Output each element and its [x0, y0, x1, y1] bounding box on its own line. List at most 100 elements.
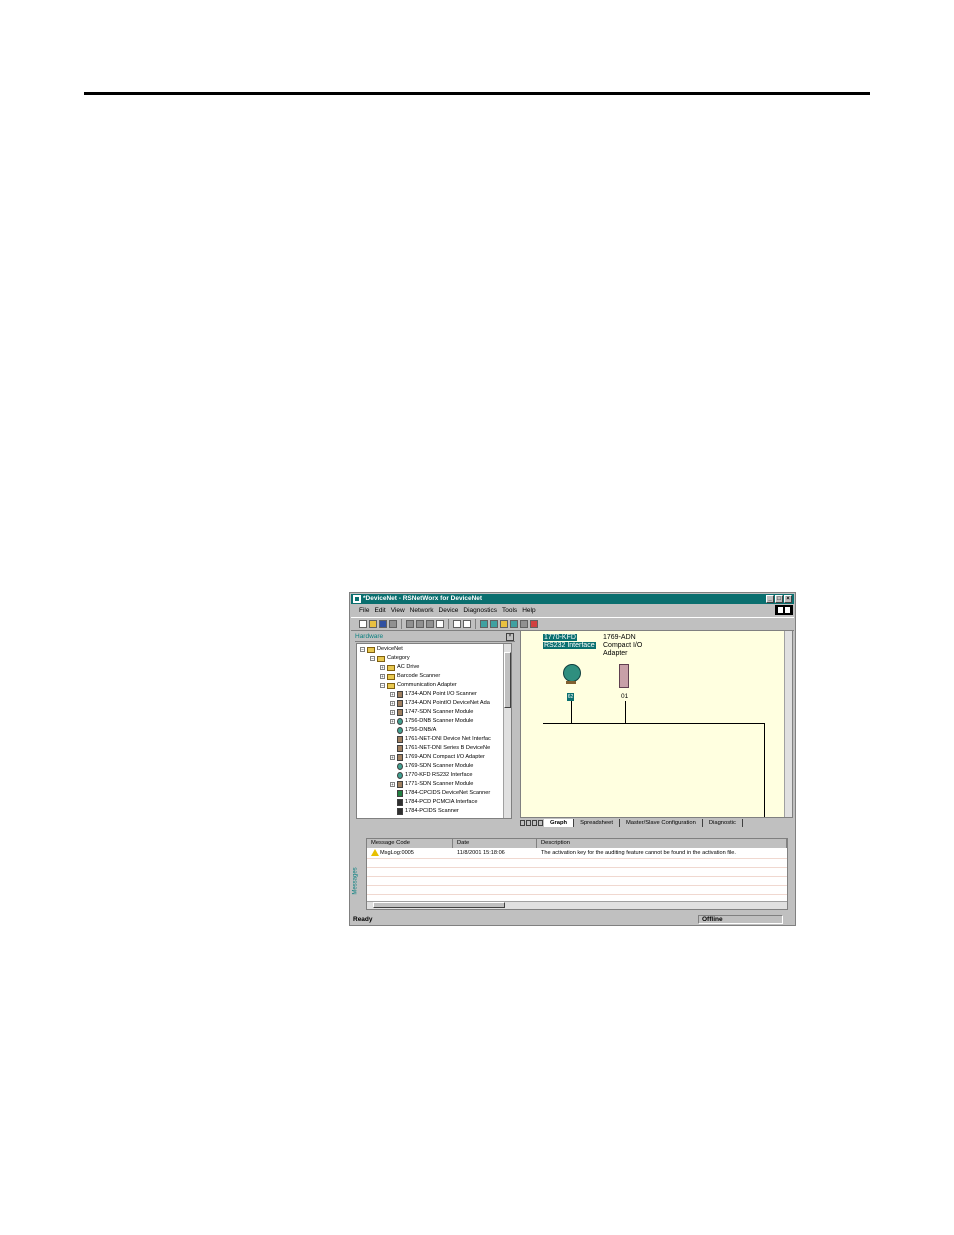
tree-item[interactable]: + 1747-SDN Scanner Module: [390, 708, 473, 717]
tree-item[interactable]: 1784-PCIDS Scanner: [397, 807, 459, 816]
single-pass-browse-icon[interactable]: [480, 620, 488, 628]
save-icon[interactable]: [379, 620, 387, 628]
tree-item-label: 1756-DNB Scanner Module: [405, 718, 474, 724]
tree-item[interactable]: 1756-DNB/A: [397, 726, 436, 735]
tab-master-slave[interactable]: Master/Slave Configuration: [620, 818, 703, 827]
hardware-panel-title: Hardware: [355, 633, 384, 640]
collapse-icon[interactable]: −: [370, 656, 375, 661]
expand-icon[interactable]: +: [390, 701, 395, 706]
row-divider: [367, 858, 787, 859]
col-date[interactable]: Date: [453, 839, 537, 848]
tree-item-label: 1756-DNB/A: [405, 727, 437, 733]
minimize-button[interactable]: _: [766, 595, 774, 603]
collapse-icon[interactable]: −: [360, 647, 365, 652]
menu-network[interactable]: Network: [410, 606, 434, 616]
next-tab-icon[interactable]: [532, 819, 537, 826]
last-tab-icon[interactable]: [538, 819, 543, 826]
online-offline-icon[interactable]: [775, 605, 793, 615]
print-icon[interactable]: [389, 620, 397, 628]
adn-node-address: 01: [621, 693, 629, 700]
expand-icon[interactable]: +: [380, 665, 385, 670]
menu-device[interactable]: Device: [439, 606, 459, 616]
row-divider: [367, 867, 787, 868]
scrollbar-thumb[interactable]: [504, 652, 511, 708]
expand-icon[interactable]: +: [390, 782, 395, 787]
adn-label-line1: 1769-ADN: [603, 634, 636, 641]
tree-item-label: 1771-SDN Scanner Module: [405, 781, 474, 787]
tree-item-label: 1761-NET-DNI Series B DeviceNe: [405, 745, 491, 751]
tab-diagnostic[interactable]: Diagnostic: [703, 818, 743, 827]
new-file-icon[interactable]: [359, 620, 367, 628]
tab-spreadsheet[interactable]: Spreadsheet: [574, 818, 620, 827]
tree-item[interactable]: 1761-NET-DNI Device Net Interfac: [397, 735, 491, 744]
menu-diagnostics[interactable]: Diagnostics: [463, 606, 497, 616]
kfd-device-globe-icon[interactable]: [563, 664, 581, 682]
menu-edit[interactable]: Edit: [374, 606, 385, 616]
tree-category[interactable]: − Category: [370, 654, 410, 663]
graph-vertical-scrollbar[interactable]: [784, 631, 792, 817]
zoom-out-icon[interactable]: [463, 620, 471, 628]
download-icon[interactable]: [510, 620, 518, 628]
tree-item[interactable]: 1784-CPCIDS DeviceNet Scanner: [397, 789, 490, 798]
scanner-icon: [397, 727, 403, 734]
kfd-label-line2: RS232 Interface: [543, 642, 596, 649]
tree-item[interactable]: + Barcode Scanner: [380, 672, 440, 681]
menu-view[interactable]: View: [391, 606, 405, 616]
tree-item[interactable]: + AC Drive: [380, 663, 419, 672]
prev-tab-icon[interactable]: [526, 819, 531, 826]
expand-icon[interactable]: +: [390, 710, 395, 715]
tree-item[interactable]: 1769-SDN Scanner Module: [397, 762, 473, 771]
col-message-code[interactable]: Message Code: [367, 839, 453, 848]
tree-item-label: 1769-SDN Scanner Module: [405, 763, 474, 769]
open-folder-icon[interactable]: [369, 620, 377, 628]
tree-root-label: DeviceNet: [377, 646, 403, 652]
tree-item[interactable]: + 1769-ADN Compact I/O Adapter: [390, 753, 485, 762]
tree-item[interactable]: + 1756-DNB Scanner Module: [390, 717, 473, 726]
menu-help[interactable]: Help: [522, 606, 535, 616]
zoom-in-icon[interactable]: [453, 620, 461, 628]
expand-icon[interactable]: +: [390, 719, 395, 724]
tree-item[interactable]: − Communication Adapter: [380, 681, 457, 690]
tab-graph[interactable]: Graph: [544, 818, 575, 827]
tree-item-label: 1784-CPCIDS DeviceNet Scanner: [405, 790, 491, 796]
context-help-icon[interactable]: [436, 620, 444, 628]
first-tab-icon[interactable]: [520, 819, 525, 826]
pcmcia-icon: [397, 799, 403, 806]
adn-drop-line: [625, 701, 626, 723]
tree-item[interactable]: + 1734-ADN Point I/O Scanner: [390, 690, 477, 699]
maximize-button[interactable]: □: [775, 595, 783, 603]
cut-icon[interactable]: [406, 620, 414, 628]
network-graph-view[interactable]: 1770-KFD RS232 Interface 1769-ADN Compac…: [520, 630, 793, 818]
menu-file[interactable]: File: [359, 606, 369, 616]
edit-mode-icon[interactable]: [530, 620, 538, 628]
scrollbar-thumb[interactable]: [373, 902, 505, 908]
properties-icon[interactable]: [520, 620, 528, 628]
upload-icon[interactable]: [500, 620, 508, 628]
messages-horizontal-scrollbar[interactable]: [367, 901, 787, 909]
col-description[interactable]: Description: [537, 839, 787, 848]
folder-icon: [377, 655, 385, 662]
row-divider: [367, 894, 787, 895]
close-icon[interactable]: ×: [506, 633, 514, 641]
expand-icon[interactable]: +: [380, 674, 385, 679]
paste-icon[interactable]: [426, 620, 434, 628]
tree-item[interactable]: 1761-NET-DNI Series B DeviceNe: [397, 744, 490, 753]
adn-label: 1769-ADN Compact I/O Adapter: [603, 634, 642, 658]
message-row[interactable]: MsgLog:0005 11/8/2001 15:18:06 The activ…: [367, 849, 787, 858]
tree-root[interactable]: − DeviceNet: [360, 645, 403, 654]
expand-icon[interactable]: +: [390, 692, 395, 697]
continuous-browse-icon[interactable]: [490, 620, 498, 628]
close-button[interactable]: ×: [784, 595, 792, 603]
tree-item[interactable]: + 1771-SDN Scanner Module: [390, 780, 473, 789]
tree-item[interactable]: 1770-KFD RS232 Interface: [397, 771, 472, 780]
hardware-panel-header: Hardware ×: [355, 632, 515, 642]
adn-adapter-icon[interactable]: [619, 664, 629, 688]
tree-item[interactable]: + 1734-ADN PointIO DeviceNet Ada: [390, 699, 490, 708]
tree-vertical-scrollbar[interactable]: [503, 644, 511, 818]
tree-item[interactable]: 1784-PCD PCMCIA Interface: [397, 798, 477, 807]
expand-icon[interactable]: +: [390, 755, 395, 760]
menu-tools[interactable]: Tools: [502, 606, 517, 616]
collapse-icon[interactable]: −: [380, 683, 385, 688]
copy-icon[interactable]: [416, 620, 424, 628]
row-divider: [367, 885, 787, 886]
